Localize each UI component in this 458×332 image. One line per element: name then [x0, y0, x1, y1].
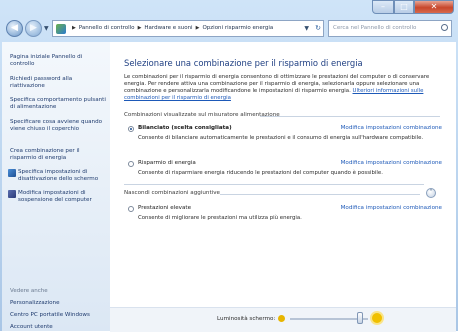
chevron-right-icon[interactable]: ▶: [196, 21, 200, 36]
address-bar: ◀ ▶ ▼ ▶ Pannello di controllo ▶ Hardware…: [0, 18, 458, 40]
sidebar-item-home[interactable]: Pagina iniziale Pannello di controllo: [10, 54, 106, 68]
plan-high-performance-name[interactable]: Prestazioni elevate: [138, 205, 191, 211]
chevron-right-icon[interactable]: ▶: [138, 21, 142, 36]
minimize-icon[interactable]: –: [372, 0, 394, 14]
sidebar-item-password[interactable]: Richiedi password alla riattivazione: [10, 76, 106, 90]
main-panel: Selezionare una combinazione per il risp…: [110, 42, 456, 331]
plan-balanced-radio[interactable]: [128, 126, 134, 132]
maximize-icon[interactable]: □: [394, 0, 414, 14]
close-icon[interactable]: ✕: [414, 0, 454, 14]
status-bar: Luminosità schermo:: [110, 307, 456, 332]
intro-text: Le combinazioni per il risparmio di ener…: [124, 74, 450, 102]
sidebar-item-label: Specifica impostazioni di disattivazione…: [18, 169, 99, 182]
sidebar-item-create-plan[interactable]: Crea combinazione per il risparmio di en…: [10, 148, 106, 162]
see-also-personalization[interactable]: Personalizzazione: [10, 300, 106, 307]
search-placeholder: Cerca nel Pannello di controllo: [333, 25, 417, 31]
plan-high-performance-edit-link[interactable]: Modifica impostazioni combinazione: [341, 205, 442, 211]
see-also-heading: Vedere anche: [10, 288, 48, 294]
monitor-icon: [8, 169, 16, 177]
plan-high-performance-desc: Consente di migliorare le prestazioni ma…: [138, 215, 302, 221]
recent-pages-dropdown-icon[interactable]: ▼: [44, 25, 50, 32]
title-bar: – □ ✕: [0, 0, 458, 16]
plan-powersaver-name[interactable]: Risparmio di energia: [138, 160, 196, 166]
brightness-high-sun-icon: [372, 313, 382, 323]
brightness-slider-thumb[interactable]: [357, 312, 364, 324]
breadcrumb-item[interactable]: Opzioni risparmio energia: [202, 21, 273, 36]
forward-arrow-icon[interactable]: ▶: [25, 20, 42, 37]
sidebar-item-sleep[interactable]: Modifica impostazioni di sospensione del…: [8, 190, 106, 204]
collapse-chevron-up-icon[interactable]: ˄: [426, 188, 436, 198]
see-also-user-accounts[interactable]: Account utente: [10, 324, 106, 331]
plan-powersaver-desc: Consente di risparmiare energia riducend…: [138, 170, 383, 176]
plan-powersaver-edit-link[interactable]: Modifica impostazioni combinazione: [341, 160, 442, 166]
breadcrumb-item[interactable]: Hardware e suoni: [144, 21, 192, 36]
refresh-icon[interactable]: ↻: [315, 21, 321, 36]
sidebar-item-power-buttons[interactable]: Specifica comportamento pulsanti di alim…: [10, 97, 106, 111]
sidebar: Pagina iniziale Pannello di controllo Ri…: [2, 42, 110, 331]
back-arrow-icon[interactable]: ◀: [6, 20, 23, 37]
page-title: Selezionare una combinazione per il risp…: [124, 58, 363, 68]
section-divider: [124, 184, 424, 185]
plan-balanced-edit-link[interactable]: Modifica impostazioni combinazione: [341, 125, 442, 131]
search-icon[interactable]: [441, 24, 448, 31]
sidebar-item-label: Modifica impostazioni di sospensione del…: [18, 190, 92, 203]
plan-balanced-desc: Consente di bilanciare automaticamente l…: [138, 135, 424, 141]
plan-high-performance-radio[interactable]: [128, 206, 134, 212]
sidebar-item-lid[interactable]: Specificare cosa avviene quando viene ch…: [10, 119, 106, 133]
breadcrumb[interactable]: ▶ Pannello di controllo ▶ Hardware e suo…: [52, 20, 324, 37]
window-controls: – □ ✕: [372, 0, 454, 14]
content-area: Pagina iniziale Pannello di controllo Ri…: [2, 42, 456, 332]
breadcrumb-item[interactable]: Pannello di controllo: [79, 21, 135, 36]
brightness-label: Luminosità schermo:: [217, 316, 276, 322]
sidebar-item-display-off[interactable]: Specifica impostazioni di disattivazione…: [8, 169, 106, 183]
plan-balanced-name[interactable]: Bilanciato (scelta consigliata): [138, 125, 232, 131]
sleep-moon-icon: [8, 190, 16, 198]
section-shown-plans: Combinazioni visualizzate sul misuratore…: [124, 112, 280, 118]
section-divider: [220, 194, 420, 195]
section-divider: [260, 116, 440, 117]
control-panel-icon: [56, 23, 66, 34]
chevron-right-icon[interactable]: ▶: [72, 21, 76, 36]
control-panel-window: – □ ✕ ◀ ▶ ▼ ▶ Pannello di controllo ▶ Ha…: [0, 0, 458, 332]
see-also-mobility-center[interactable]: Centro PC portatile Windows: [10, 312, 106, 319]
search-input[interactable]: Cerca nel Pannello di controllo: [328, 20, 452, 37]
section-additional-plans[interactable]: Nascondi combinazioni aggiuntive: [124, 190, 220, 196]
plan-powersaver-radio[interactable]: [128, 161, 134, 167]
brightness-low-sun-icon: [278, 315, 285, 322]
chevron-down-icon[interactable]: ▼: [304, 21, 309, 36]
